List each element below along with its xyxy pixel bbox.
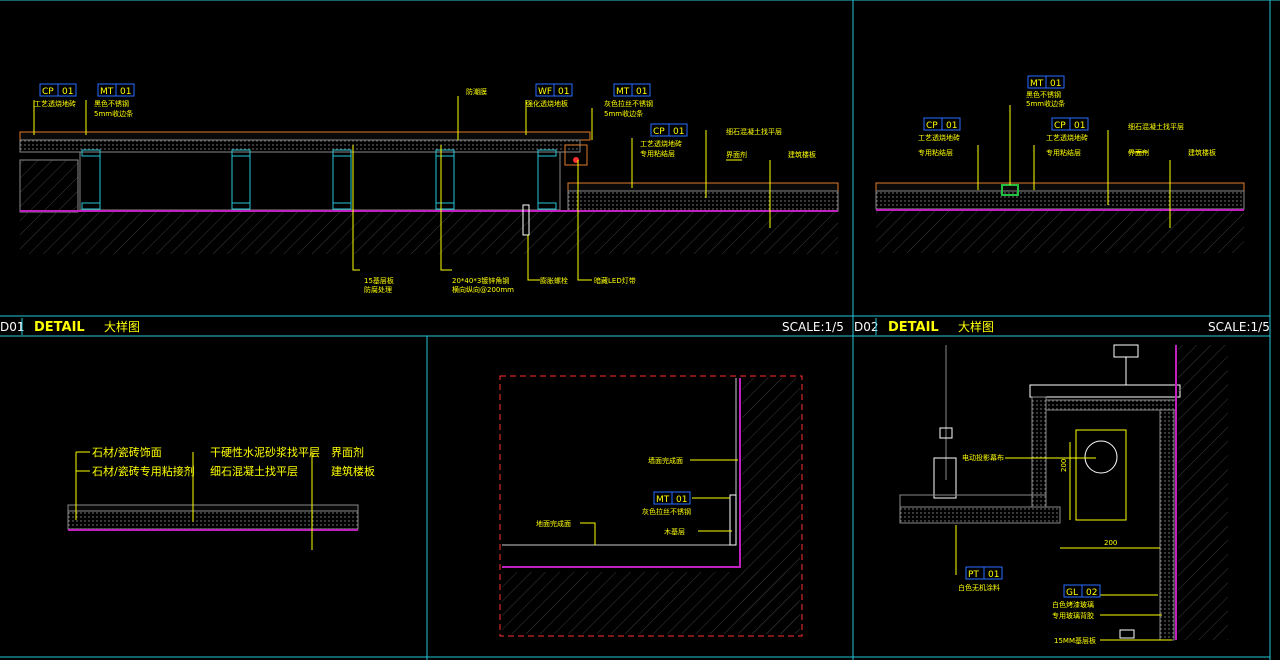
tag-num: 01 [558, 87, 569, 97]
tag-num: 01 [1074, 121, 1085, 131]
detail-scale: SCALE:1/5 [782, 320, 844, 334]
tag-desc: 工艺透烧地砖 [918, 133, 960, 142]
d02-labels: 细石混凝土找平层 界面剂 建筑楼板 [1128, 122, 1216, 157]
tag-num: 01 [946, 121, 957, 131]
legend-slab: 建筑楼板 [331, 464, 375, 478]
tag-desc: 工艺透烧地砖 [640, 139, 682, 148]
detail-name: 大样图 [104, 319, 140, 334]
tag-num: 01 [1050, 79, 1061, 89]
label-projector: 电动投影幕布 [962, 453, 1004, 462]
tag-num: 01 [676, 495, 687, 505]
d02-tag-2: CP 01 工艺透烧地砖 专用粘结层 [918, 117, 961, 157]
label-fangchao: 防潮膜 [466, 87, 487, 96]
dim-vertical: 200 [1060, 459, 1068, 472]
tag-code: MT [656, 495, 670, 505]
tag-desc: 黑色不锈钢 [94, 99, 129, 108]
tag-code: CP [653, 127, 665, 137]
d01-tag-2: MT 01 黑色不锈钢 5mm收边条 [94, 83, 135, 118]
tag-code: WF [538, 87, 552, 97]
tag-desc: 灰色拉丝不锈钢 [642, 507, 691, 516]
label-base: 木基层 [664, 527, 685, 536]
tag-desc: 工艺透烧地砖 [34, 99, 76, 108]
tag-desc: 白色无机涂料 [958, 583, 1000, 592]
detail-number: D01 [0, 320, 25, 334]
label-louban: 建筑楼板 [1188, 148, 1216, 157]
tag-code: CP [42, 87, 54, 97]
title-bar-d02: D02 DETAIL 大样图 SCALE:1/5 [854, 318, 1270, 335]
cad-drawing-canvas[interactable]: D01 DETAIL 大样图 SCALE:1/5 D02 DETAIL 大样图 … [0, 0, 1280, 660]
label-steel: 20*40*3镀锌角钢 [452, 276, 509, 285]
tag-code: MT [616, 87, 630, 97]
d02-tag-1: MT 01 黑色不锈钢 5mm收边条 [1026, 75, 1065, 108]
corner-detail-drawing [499, 375, 803, 637]
detail-name: 大样图 [958, 319, 994, 334]
label-bolt: 膨胀螺栓 [540, 276, 568, 285]
corner-detail-labels: 墙面完成面 MT 01 灰色拉丝不锈钢 木基层 地面完成面 [536, 456, 691, 536]
tag-num: 01 [988, 570, 999, 580]
label-board: 15MM基层板 [1054, 636, 1096, 645]
label-floor-finish: 地面完成面 [536, 519, 571, 528]
tag-code: CP [926, 121, 938, 131]
detail-number: D02 [854, 320, 879, 334]
label-xishi: 细石混凝土找平层 [726, 127, 782, 136]
tag-num: 01 [673, 127, 684, 137]
title-bar-d01: D01 DETAIL 大样图 SCALE:1/5 [0, 318, 844, 335]
tag-desc: 白色烤漆玻璃 [1052, 600, 1094, 609]
tag-desc: 专用玻璃背胶 [1052, 611, 1094, 620]
tag-desc: 强化透烧地板 [526, 99, 568, 108]
tag-desc: 5mm收边条 [94, 109, 133, 118]
tag-desc: 灰色拉丝不锈钢 [604, 99, 653, 108]
d01-tag-4: MT 01 灰色拉丝不锈钢 5mm收边条 [604, 83, 653, 118]
tag-code: CP [1054, 121, 1066, 131]
tag-num: 01 [120, 87, 131, 97]
d01-tag-1: CP 01 工艺透烧地砖 [34, 83, 77, 108]
tag-code: GL [1066, 588, 1078, 598]
frame-lines [0, 0, 1280, 660]
detail-d02-drawing [875, 182, 1245, 253]
detail-scale: SCALE:1/5 [1208, 320, 1270, 334]
tag-code: MT [100, 87, 114, 97]
tag-desc: 专用粘结层 [640, 149, 675, 158]
detail-d01-drawing [19, 131, 839, 254]
d01-tag-3: WF 01 强化透烧地板 [526, 83, 573, 108]
label-steel-2: 横向纵向@200mm [452, 285, 514, 294]
legend-finish: 石材/瓷砖饰面 [92, 445, 162, 459]
d02-tag-3: CP 01 工艺透烧地砖 专用粘结层 [1046, 117, 1089, 157]
tag-num: 01 [636, 87, 647, 97]
tag-num: 02 [1086, 588, 1097, 598]
label-board: 15基层板 [364, 276, 394, 285]
legend-screed: 细石混凝土找平层 [210, 464, 298, 478]
label-jiemian: 界面剂 [1128, 148, 1149, 157]
label-louban: 建筑楼板 [788, 150, 816, 159]
detail-heading: DETAIL [34, 320, 85, 335]
tag-code: PT [968, 570, 979, 580]
legend-interface: 界面剂 [331, 445, 364, 459]
tag-code: MT [1030, 79, 1044, 89]
legend-mortar: 干硬性水泥砂浆找平层 [210, 445, 320, 459]
tag-desc: 5mm收边条 [1026, 99, 1065, 108]
legend-adhesive: 石材/瓷砖专用粘接剂 [92, 464, 195, 478]
tag-desc: 黑色不锈钢 [1026, 90, 1061, 99]
detail-heading: DETAIL [888, 320, 939, 335]
tag-num: 01 [62, 87, 73, 97]
label-wall-finish: 墙面完成面 [648, 456, 683, 465]
label-led: 暗藏LED灯带 [594, 276, 636, 285]
d01-tag-5: CP 01 工艺透烧地砖 专用粘结层 [640, 123, 688, 158]
tag-desc: 专用粘结层 [1046, 148, 1081, 157]
label-board-2: 防腐处理 [364, 285, 392, 294]
tag-desc: 5mm收边条 [604, 109, 643, 118]
label-xishi: 细石混凝土找平层 [1128, 122, 1184, 131]
tag-desc: 工艺透烧地砖 [1046, 133, 1088, 142]
floor-legend-labels: 石材/瓷砖饰面 干硬性水泥砂浆找平层 界面剂 石材/瓷砖专用粘接剂 细石混凝土找… [92, 445, 375, 478]
tag-desc: 专用粘结层 [918, 148, 953, 157]
dim-horizontal: 200 [1104, 539, 1117, 547]
label-jiemian: 界面剂 [726, 150, 747, 159]
